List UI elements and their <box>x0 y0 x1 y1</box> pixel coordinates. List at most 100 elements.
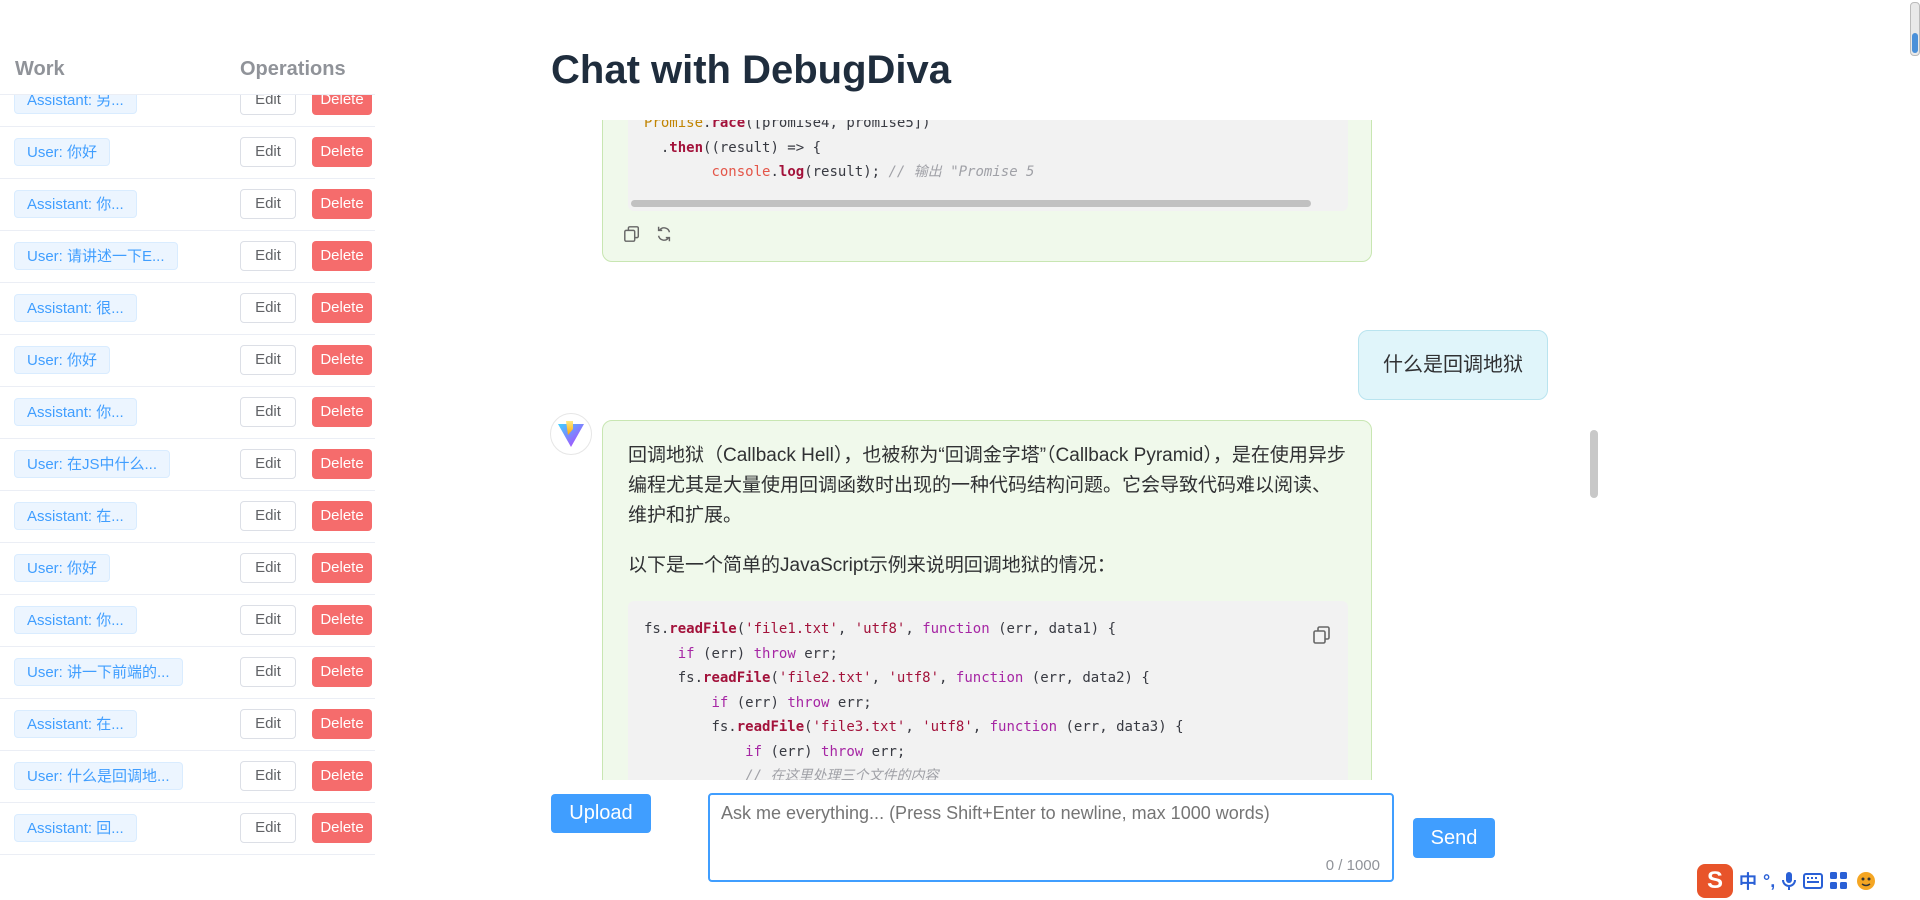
message-tag[interactable]: Assistant: 在... <box>14 710 137 738</box>
code-token: 'file3.txt' <box>812 719 906 735</box>
message-tag[interactable]: User: 你好 <box>14 554 111 582</box>
delete-button[interactable]: Delete <box>312 241 372 271</box>
code-token: (err, data3) { <box>1065 719 1184 735</box>
sogou-logo-icon[interactable]: S <box>1697 864 1733 898</box>
code-token: (err) <box>770 743 813 760</box>
microphone-icon[interactable] <box>1781 871 1797 891</box>
message-tag[interactable]: Assistant: 你... <box>14 606 137 634</box>
code-content: fs.readFile('file1.txt', 'utf8', functio… <box>644 617 1184 780</box>
message-tag[interactable]: Assistant: 另... <box>14 95 137 114</box>
conversation-list: Assistant: 另... Edit Delete User: 你好 Edi… <box>0 95 375 855</box>
page-scrollbar[interactable] <box>1910 2 1920 56</box>
code-token: readFile <box>736 719 805 735</box>
ime-language[interactable]: 中 <box>1739 868 1757 894</box>
code-token: if <box>745 743 763 760</box>
assistant-message: 回调地狱（Callback Hell），也被称为“回调金字塔”（Callback… <box>602 420 1372 780</box>
code-token: readFile <box>669 621 737 637</box>
delete-button[interactable]: Delete <box>312 293 372 323</box>
message-tag[interactable]: User: 在JS中什么... <box>14 450 171 478</box>
table-row: Assistant: 你... Edit Delete <box>0 594 375 647</box>
edit-button[interactable]: Edit <box>240 553 296 583</box>
code-token: function <box>955 670 1024 686</box>
code-token: err; <box>871 743 906 760</box>
edit-button[interactable]: Edit <box>240 293 296 323</box>
toolbox-icon[interactable] <box>1829 871 1849 891</box>
message-tag[interactable]: User: 请讲述一下E... <box>14 242 178 270</box>
page-scrollbar-thumb[interactable] <box>1912 33 1918 53</box>
delete-button[interactable]: Delete <box>312 501 372 531</box>
code-token: fs. <box>677 670 704 686</box>
edit-button[interactable]: Edit <box>240 189 296 219</box>
edit-button[interactable]: Edit <box>240 95 296 115</box>
message-tag[interactable]: Assistant: 在... <box>14 502 137 530</box>
table-row: User: 在JS中什么... Edit Delete <box>0 438 375 491</box>
message-input[interactable] <box>710 795 1392 880</box>
message-tag[interactable]: Assistant: 回... <box>14 814 137 842</box>
send-button[interactable]: Send <box>1413 818 1495 858</box>
table-row: Assistant: 回... Edit Delete <box>0 802 375 855</box>
table-row: Assistant: 很... Edit Delete <box>0 282 375 335</box>
message-tag[interactable]: User: 你好 <box>14 138 111 166</box>
delete-button[interactable]: Delete <box>312 137 372 167</box>
copy-icon[interactable] <box>623 225 641 243</box>
code-horizontal-scrollbar[interactable] <box>631 200 1311 207</box>
delete-button[interactable]: Delete <box>312 345 372 375</box>
edit-button[interactable]: Edit <box>240 449 296 479</box>
delete-button[interactable]: Delete <box>312 761 372 791</box>
delete-button[interactable]: Delete <box>312 813 372 843</box>
code-token: log <box>778 164 805 180</box>
table-row: Assistant: 另... Edit Delete <box>0 95 375 127</box>
keyboard-icon[interactable] <box>1803 872 1824 890</box>
edit-button[interactable]: Edit <box>240 605 296 635</box>
message-tag[interactable]: User: 讲一下前端的... <box>14 658 183 686</box>
code-token: race <box>711 120 746 131</box>
message-input-wrapper: 0 / 1000 <box>708 793 1394 882</box>
copy-icon[interactable] <box>1312 625 1332 645</box>
skin-icon[interactable] <box>1855 870 1877 892</box>
message-paragraph: 回调地狱（Callback Hell），也被称为“回调金字塔”（Callback… <box>628 445 1346 526</box>
code-token: (result); <box>804 164 881 180</box>
message-tag[interactable]: User: 什么是回调地... <box>14 762 183 790</box>
table-row: User: 什么是回调地... Edit Delete <box>0 750 375 803</box>
message-tag[interactable]: Assistant: 你... <box>14 398 137 426</box>
delete-button[interactable]: Delete <box>312 553 372 583</box>
edit-button[interactable]: Edit <box>240 761 296 791</box>
edit-button[interactable]: Edit <box>240 137 296 167</box>
code-token: err; <box>804 645 838 662</box>
delete-button[interactable]: Delete <box>312 657 372 687</box>
code-token: if <box>677 645 695 662</box>
edit-button[interactable]: Edit <box>240 657 296 687</box>
delete-button[interactable]: Delete <box>312 709 372 739</box>
delete-button[interactable]: Delete <box>312 95 372 115</box>
edit-button[interactable]: Edit <box>240 397 296 427</box>
edit-button[interactable]: Edit <box>240 709 296 739</box>
regenerate-icon[interactable] <box>655 225 673 243</box>
delete-button[interactable]: Delete <box>312 397 372 427</box>
message-tag[interactable]: User: 你好 <box>14 346 111 374</box>
delete-button[interactable]: Delete <box>312 605 372 635</box>
ime-punctuation[interactable]: °, <box>1763 871 1775 892</box>
table-row: User: 讲一下前端的... Edit Delete <box>0 646 375 699</box>
edit-button[interactable]: Edit <box>240 241 296 271</box>
chat-scrollbar[interactable] <box>1590 430 1598 498</box>
user-message: 什么是回调地狱 <box>1358 330 1548 400</box>
code-token: then <box>669 139 704 156</box>
edit-button[interactable]: Edit <box>240 501 296 531</box>
page-title: Chat with DebugDiva <box>551 48 952 92</box>
table-row: Assistant: 你... Edit Delete <box>0 386 375 439</box>
assistant-message: Promise.race([promise4, promise5]) .then… <box>602 120 1372 262</box>
edit-button[interactable]: Edit <box>240 345 296 375</box>
table-row: Assistant: 在... Edit Delete <box>0 698 375 751</box>
code-token: throw <box>821 743 864 760</box>
delete-button[interactable]: Delete <box>312 189 372 219</box>
message-tag[interactable]: Assistant: 你... <box>14 190 137 218</box>
message-tag[interactable]: Assistant: 很... <box>14 294 137 322</box>
delete-button[interactable]: Delete <box>312 449 372 479</box>
operations-column-header: Operations <box>240 58 346 80</box>
upload-button[interactable]: Upload <box>551 794 651 833</box>
code-token: readFile <box>703 670 771 686</box>
edit-button[interactable]: Edit <box>240 813 296 843</box>
code-token: // 在这里处理三个文件的内容 <box>745 768 939 780</box>
code-token: fs. <box>711 719 737 735</box>
ime-toolbar: S 中 °, <box>1697 862 1920 900</box>
